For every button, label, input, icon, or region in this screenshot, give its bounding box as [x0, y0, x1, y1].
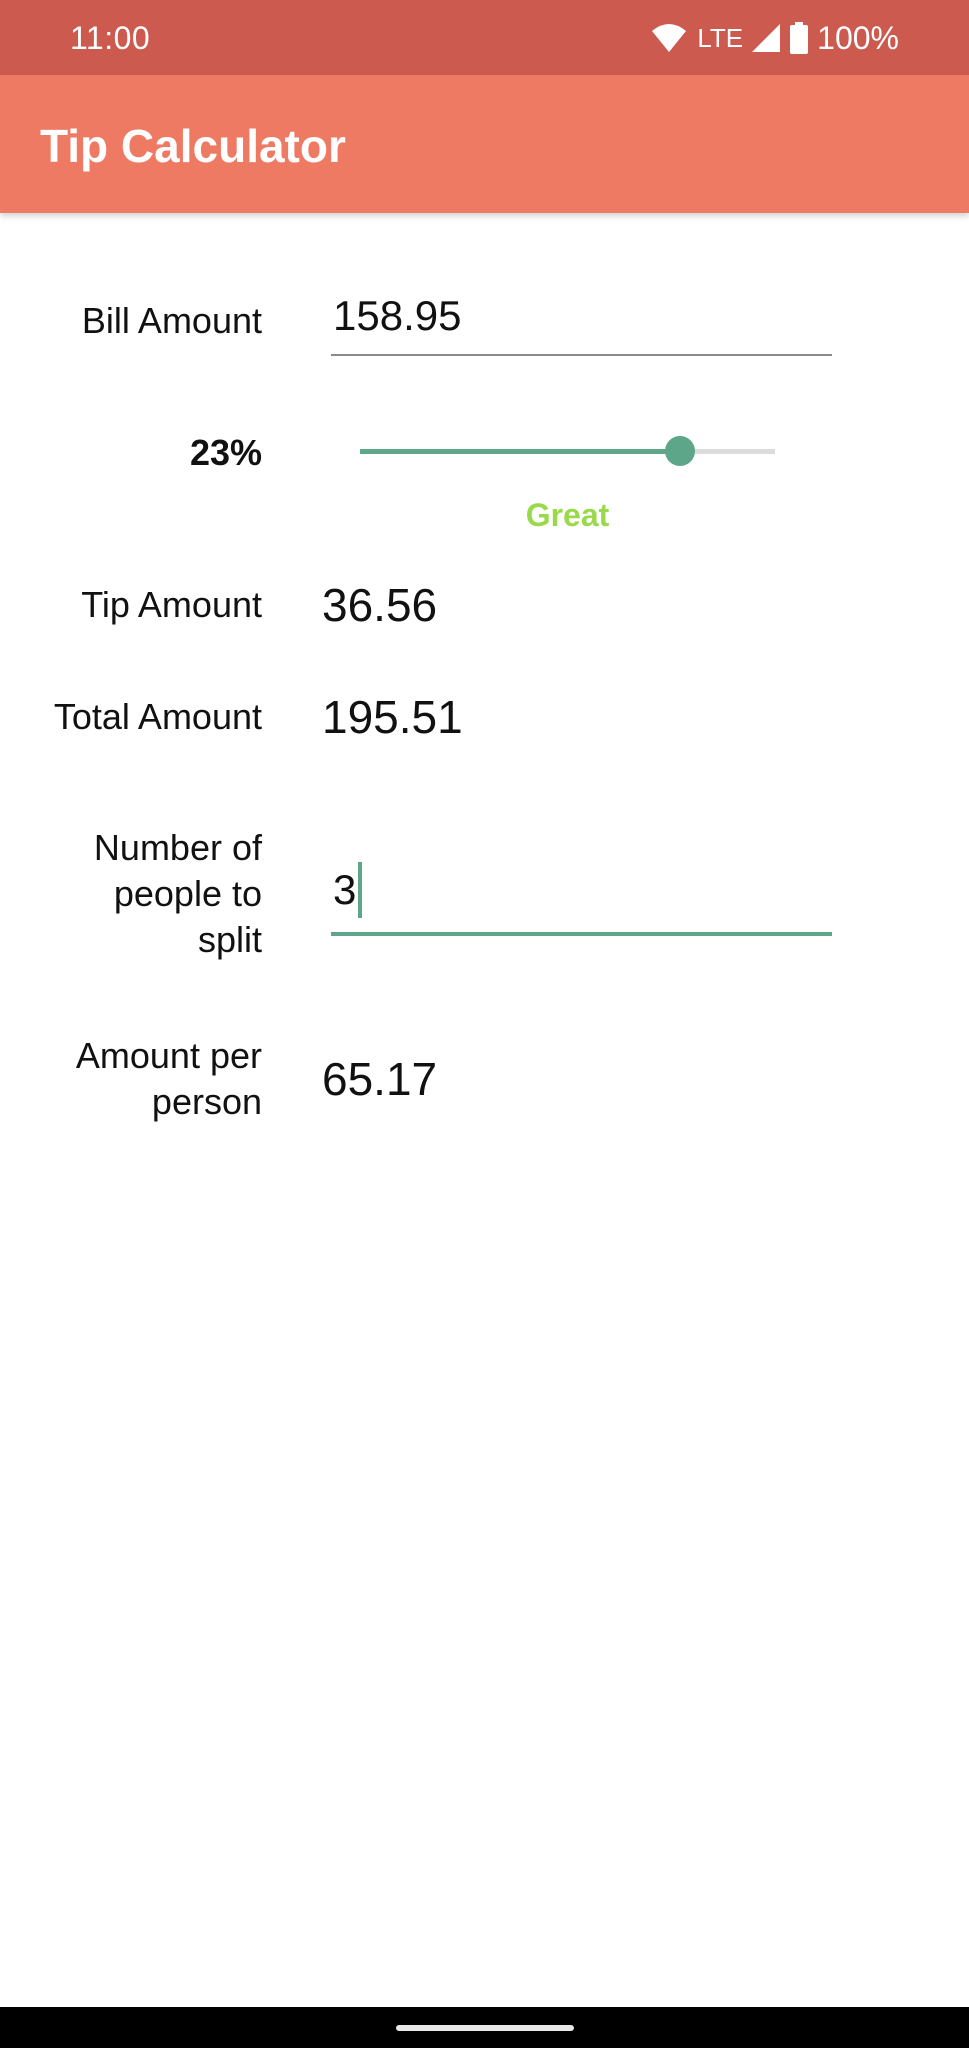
split-label-line-2: people to [113, 873, 262, 914]
tip-percent-label: 23% [189, 432, 262, 473]
per-person-label-line-1: Amount per [75, 1035, 262, 1076]
bill-amount-value[interactable]: 158.95 [331, 292, 832, 354]
split-label-line-1: Number of [93, 827, 262, 868]
status-bar: 11:00 LTE 100% [0, 0, 969, 75]
tip-percent-slider[interactable] [360, 434, 775, 468]
tip-amount-value: 36.56 [322, 579, 438, 631]
battery-percent: 100% [817, 19, 899, 56]
tip-amount-label: Tip Amount [81, 584, 262, 625]
split-people-label: Number of people to split [0, 825, 262, 963]
app-title: Tip Calculator [40, 120, 346, 172]
wifi-icon [651, 23, 687, 53]
navigation-bar [0, 2007, 969, 2048]
signal-icon [751, 23, 781, 53]
text-cursor [358, 861, 363, 918]
split-people-field[interactable]: 3 [331, 861, 832, 932]
split-people-value[interactable]: 3 [333, 866, 356, 913]
total-amount-label: Total Amount [53, 696, 262, 737]
per-person-value: 65.17 [322, 1053, 438, 1105]
network-type: LTE [697, 22, 744, 53]
slider-fill [360, 449, 680, 454]
tip-description: Great [525, 497, 610, 533]
battery-icon [789, 22, 809, 54]
total-amount-value: 195.51 [322, 691, 463, 743]
app-bar: Tip Calculator [0, 75, 969, 213]
status-time: 11:00 [70, 20, 151, 56]
tip-calculator-screen: 11:00 LTE 100% Tip Calculator Bill Amoun… [0, 0, 969, 2048]
split-people-input[interactable]: 3 [331, 861, 832, 936]
home-gesture-handle[interactable] [396, 2025, 574, 2031]
status-icons: LTE 100% [651, 18, 899, 58]
per-person-label-line-2: person [151, 1081, 262, 1122]
split-label-line-3: split [197, 919, 262, 960]
bill-amount-label: Bill Amount [81, 300, 262, 341]
bill-amount-underline [331, 354, 832, 356]
slider-thumb[interactable] [664, 436, 695, 466]
per-person-label: Amount per person [0, 1033, 262, 1125]
split-people-underline [331, 932, 832, 936]
bill-amount-input[interactable]: 158.95 [331, 292, 832, 356]
